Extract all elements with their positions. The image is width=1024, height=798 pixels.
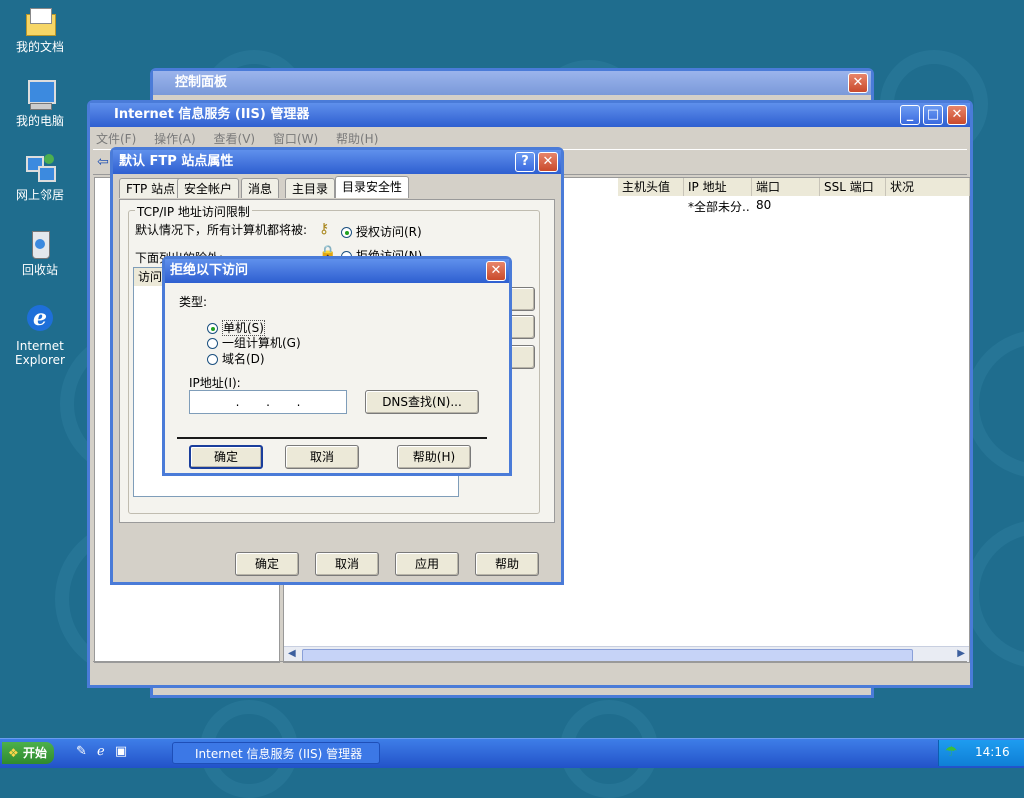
radio-dot	[207, 338, 218, 349]
desktop-icon-label: Internet Explorer	[15, 339, 65, 367]
menu-window[interactable]: 窗口(W)	[273, 132, 318, 146]
maximize-button[interactable]: □	[923, 105, 943, 125]
taskbar-iis-button[interactable]: Internet 信息服务 (IIS) 管理器	[172, 742, 380, 764]
column-header-status[interactable]: 状况	[886, 178, 970, 196]
show-desktop-icon[interactable]: ▣	[115, 744, 127, 759]
help-button[interactable]: 帮助	[475, 552, 539, 576]
tab-strip: FTP 站点 安全帐户 消息 主目录 目录安全性	[119, 176, 559, 200]
tab-home-directory[interactable]: 主目录	[285, 178, 336, 198]
task-label: Internet 信息服务 (IIS) 管理器	[195, 747, 363, 761]
radio-dot	[341, 227, 352, 238]
radio-dot	[207, 354, 218, 365]
desktop-icon-network[interactable]: 网上邻居	[4, 152, 76, 202]
deny-titlebar[interactable]: 拒绝以下访问	[165, 259, 509, 283]
iis-menubar: 文件(F) 操作(A) 查看(V) 窗口(W) 帮助(H)	[96, 129, 392, 149]
column-header-ssl-port[interactable]: SSL 端口	[820, 178, 886, 196]
key-icon: ⚷	[319, 221, 330, 237]
computer-icon	[24, 78, 56, 110]
close-button[interactable]: ✕	[848, 73, 868, 93]
dns-lookup-button[interactable]: DNS查找(N)...	[365, 390, 479, 414]
close-button[interactable]: ✕	[947, 105, 967, 125]
horizontal-scrollbar[interactable]: ◀ ▶	[284, 646, 969, 662]
radio-domain-name[interactable]: 域名(D)	[207, 350, 265, 367]
grant-access-radio[interactable]: 授权访问(R)	[341, 223, 422, 240]
network-tray-icon[interactable]: ☂	[945, 744, 958, 760]
recycle-bin-icon	[24, 227, 56, 259]
type-label: 类型:	[179, 295, 208, 309]
radio-group-of-computers[interactable]: 一组计算机(G)	[207, 334, 301, 351]
help-question-button[interactable]: ?	[515, 152, 535, 172]
system-tray: ☂ 14:16	[938, 740, 1024, 766]
column-header-ip[interactable]: IP 地址	[684, 178, 752, 196]
desktop-icon-label: 我的电脑	[15, 114, 64, 128]
menu-help[interactable]: 帮助(H)	[336, 132, 378, 146]
ip-address-label: IP地址(I):	[189, 376, 241, 390]
desktop-icon-recycle-bin[interactable]: 回收站	[4, 227, 76, 277]
scroll-right-icon[interactable]: ▶	[957, 648, 965, 659]
control-panel-title: 控制面板	[175, 75, 228, 90]
apply-button[interactable]: 应用	[395, 552, 459, 576]
default-text: 默认情况下，所有计算机都将被:	[135, 223, 308, 237]
clock[interactable]: 14:16	[975, 745, 1010, 759]
desktop-icon-label: 回收站	[21, 263, 58, 277]
desktop-icon-my-documents[interactable]: 我的文档	[4, 4, 76, 54]
notepad-icon[interactable]: ✎	[76, 744, 87, 759]
quick-launch: ✎ ℯ ▣	[76, 744, 146, 764]
tab-messages[interactable]: 消息	[241, 178, 280, 198]
deny-dialog-title: 拒绝以下访问	[170, 263, 249, 278]
start-button[interactable]: ❖ 开始	[2, 742, 54, 764]
desktop-icon-label: 我的文档	[15, 40, 64, 54]
ftp-dialog-title: 默认 FTP 站点属性	[119, 154, 234, 169]
separator	[177, 437, 487, 439]
taskbar: ❖ 开始 ✎ ℯ ▣ Internet 信息服务 (IIS) 管理器 ☂ 14:…	[0, 738, 1024, 768]
minimize-button[interactable]: _	[900, 105, 920, 125]
status-bar	[93, 661, 967, 683]
tab-security-accounts[interactable]: 安全帐户	[177, 178, 240, 198]
menu-action[interactable]: 操作(A)	[154, 132, 196, 146]
close-button[interactable]: ✕	[486, 261, 506, 281]
ok-button[interactable]: 确定	[189, 445, 263, 469]
row-ip: *全部未分..	[688, 200, 750, 214]
close-button[interactable]: ✕	[538, 152, 558, 172]
ie-quicklaunch-icon[interactable]: ℯ	[97, 744, 105, 759]
desktop-icon-ie[interactable]: e Internet Explorer	[4, 303, 76, 367]
tab-directory-security[interactable]: 目录安全性	[335, 176, 410, 198]
ok-button[interactable]: 确定	[235, 552, 299, 576]
ip-address-input[interactable]: . . .	[189, 390, 347, 414]
radio-dot	[207, 323, 218, 334]
desktop-icon-label: 网上邻居	[15, 188, 64, 202]
folder-icon	[24, 4, 56, 36]
scroll-left-icon[interactable]: ◀	[288, 648, 296, 659]
iis-titlebar[interactable]: Internet 信息服务 (IIS) 管理器	[90, 103, 970, 127]
windows-logo-icon: ❖	[8, 746, 19, 760]
tcpip-group-label: TCP/IP 地址访问限制	[135, 203, 252, 220]
help-button[interactable]: 帮助(H)	[397, 445, 471, 469]
desktop-icon-my-computer[interactable]: 我的电脑	[4, 78, 76, 128]
column-header-host[interactable]: 主机头值	[618, 178, 684, 196]
ie-icon: e	[24, 303, 56, 335]
deny-access-dialog[interactable]: 拒绝以下访问 ✕ 类型: 单机(S) 一组计算机(G) 域名(D) IP地址(I…	[162, 256, 512, 476]
column-header-port[interactable]: 端口	[752, 178, 820, 196]
tab-ftp-site[interactable]: FTP 站点	[119, 178, 183, 198]
cancel-button[interactable]: 取消	[285, 445, 359, 469]
ftp-titlebar[interactable]: 默认 FTP 站点属性	[113, 150, 561, 174]
cancel-button[interactable]: 取消	[315, 552, 379, 576]
network-icon	[24, 152, 56, 184]
start-label: 开始	[22, 746, 47, 760]
menu-view[interactable]: 查看(V)	[214, 132, 256, 146]
back-icon[interactable]: ⇦	[97, 154, 109, 170]
row-port: 80	[756, 198, 772, 212]
menu-file[interactable]: 文件(F)	[96, 132, 136, 146]
control-panel-titlebar[interactable]: 控制面板	[153, 71, 871, 95]
iis-title: Internet 信息服务 (IIS) 管理器	[114, 107, 310, 122]
